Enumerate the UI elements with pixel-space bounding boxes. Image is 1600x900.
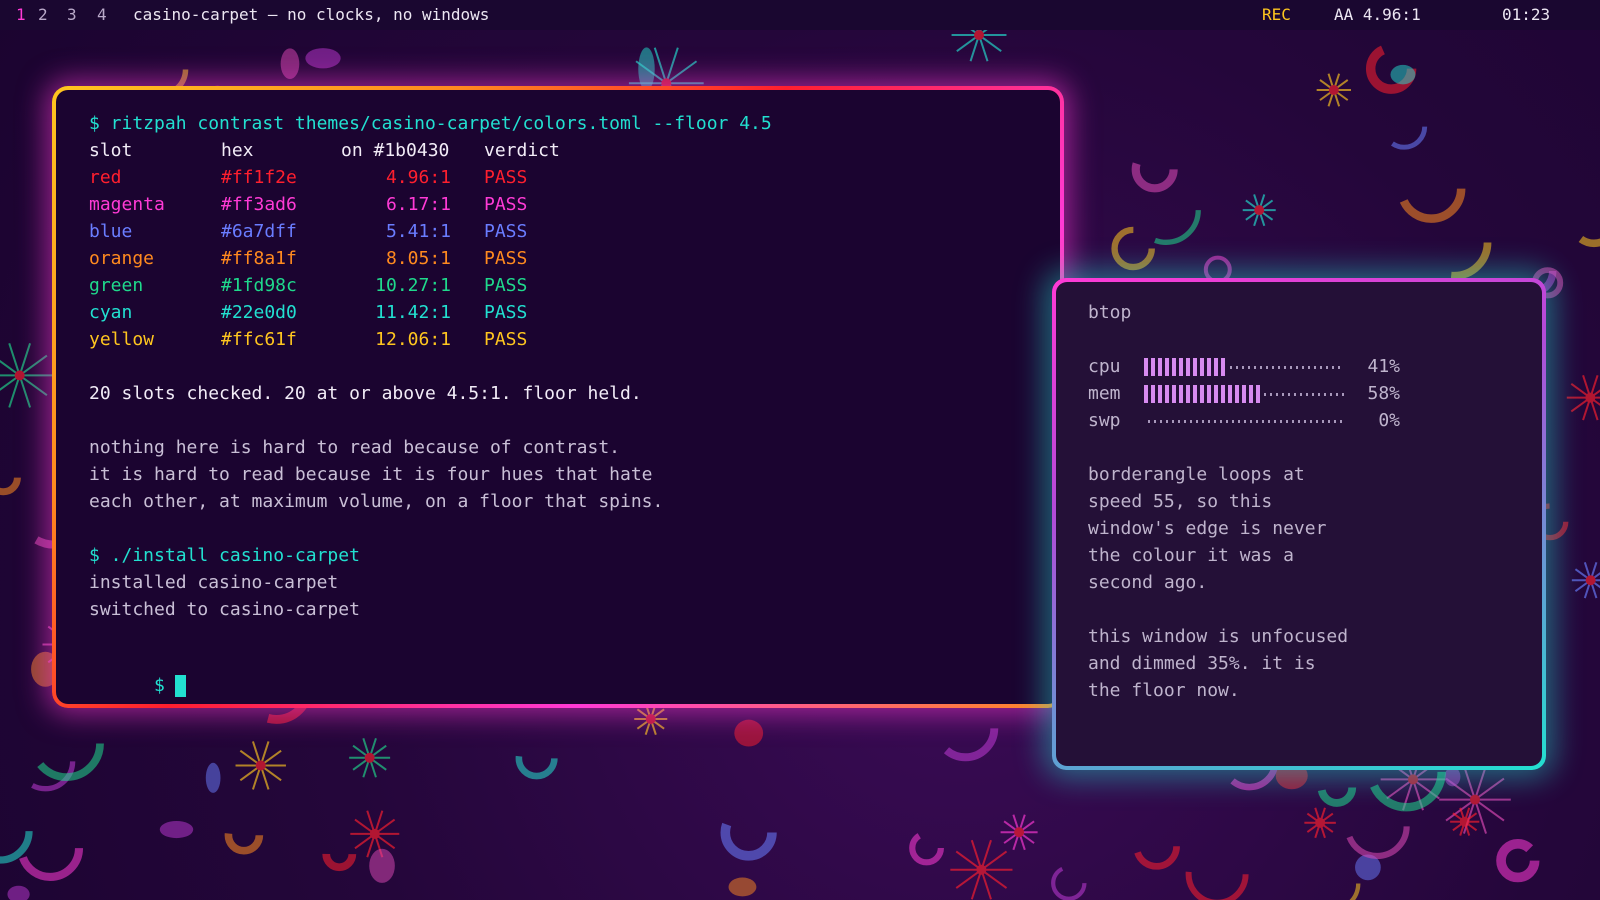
btop-text-4: the colour it was a [1088, 545, 1294, 566]
slot-cell: red [89, 167, 122, 188]
ratio-cell: 5.41:1 [385, 221, 451, 242]
workspace-4[interactable]: 4 [97, 0, 107, 30]
header-hex: hex [221, 140, 254, 161]
contrast-readout: AA 4.96:1 [1334, 5, 1421, 24]
cpu-label: cpu [1088, 356, 1121, 377]
btop-window[interactable]: btop cpu 41% mem 58% swp 0% borderangle … [1052, 278, 1546, 770]
btop-text-7: and dimmed 35%. it is [1088, 653, 1316, 674]
ratio-cell: 12.06:1 [375, 329, 451, 350]
hex-cell: #ff1f2e [221, 167, 297, 188]
text-cursor [174, 675, 186, 697]
clock: 01:23 [1502, 5, 1551, 24]
mem-meter: mem 58% [1088, 383, 1408, 405]
table-row: orange #ff8a1f 8.05:1 PASS [89, 248, 789, 270]
cpu-meter: cpu 41% [1088, 356, 1408, 378]
verdict-cell: PASS [484, 302, 528, 323]
btop-text-3: window's edge is never [1088, 518, 1327, 539]
ratio-cell: 8.05:1 [385, 248, 451, 269]
ratio-cell: 11.42:1 [375, 302, 451, 323]
hex-cell: #ff8a1f [221, 248, 297, 269]
note-line-1: nothing here is hard to read because of … [89, 437, 621, 458]
note-line-2: it is hard to read because it is four hu… [89, 464, 653, 485]
mem-percent: 58% [1367, 383, 1400, 404]
hex-cell: #6a7dff [221, 221, 297, 242]
verdict-cell: PASS [484, 221, 528, 242]
slot-cell: orange [89, 248, 155, 269]
install-output-2: switched to casino-carpet [89, 599, 360, 620]
summary-line: 20 slots checked. 20 at or above 4.5:1. … [89, 383, 642, 404]
install-output-1: installed casino-carpet [89, 572, 339, 593]
table-row: yellow #ffc61f 12.06:1 PASS [89, 329, 789, 351]
btop-text-2: speed 55, so this [1088, 491, 1273, 512]
btop-text-6: this window is unfocused [1088, 626, 1349, 647]
hex-cell: #1fd98c [221, 275, 297, 296]
slot-cell: magenta [89, 194, 165, 215]
table-row: red #ff1f2e 4.96:1 PASS [89, 167, 789, 189]
verdict-cell: PASS [484, 167, 528, 188]
workspace-2[interactable]: 2 [38, 0, 48, 30]
header-verdict: verdict [484, 140, 560, 161]
btop-text-8: the floor now. [1088, 680, 1240, 701]
prompt-line[interactable]: $ [89, 653, 186, 697]
install-command: $ ./install casino-carpet [89, 545, 360, 566]
ratio-cell: 10.27:1 [375, 275, 451, 296]
slot-cell: yellow [89, 329, 155, 350]
cpu-bar [1144, 358, 1344, 376]
swp-percent: 0% [1378, 410, 1400, 431]
hex-cell: #ffc61f [221, 329, 297, 350]
btop-body[interactable]: btop cpu 41% mem 58% swp 0% borderangle … [1056, 282, 1542, 766]
ratio-cell: 6.17:1 [385, 194, 451, 215]
btop-text-5: second ago. [1088, 572, 1208, 593]
ratio-cell: 4.96:1 [385, 167, 451, 188]
verdict-cell: PASS [484, 275, 528, 296]
verdict-cell: PASS [484, 194, 528, 215]
table-row: green #1fd98c 10.27:1 PASS [89, 275, 789, 297]
recording-indicator: REC [1262, 5, 1291, 24]
contrast-command: $ ritzpah contrast themes/casino-carpet/… [89, 113, 772, 134]
terminal-window[interactable]: $ ritzpah contrast themes/casino-carpet/… [52, 86, 1064, 708]
terminal-body[interactable]: $ ritzpah contrast themes/casino-carpet/… [56, 90, 1060, 704]
mem-bar [1144, 385, 1344, 403]
slot-cell: green [89, 275, 144, 296]
hex-cell: #22e0d0 [221, 302, 297, 323]
top-bar: 1 2 3 4 casino-carpet — no clocks, no wi… [0, 0, 1600, 30]
window-title: casino-carpet — no clocks, no windows [133, 5, 490, 24]
verdict-cell: PASS [484, 248, 528, 269]
table-row: blue #6a7dff 5.41:1 PASS [89, 221, 789, 243]
cpu-percent: 41% [1367, 356, 1400, 377]
hex-cell: #ff3ad6 [221, 194, 297, 215]
header-ratio: on #1b0430 [341, 140, 450, 161]
swp-meter: swp 0% [1088, 410, 1408, 432]
workspace-1[interactable]: 1 [16, 0, 26, 30]
swp-bar [1144, 412, 1344, 430]
table-row: magenta #ff3ad6 6.17:1 PASS [89, 194, 789, 216]
slot-cell: cyan [89, 302, 133, 323]
table-row: cyan #22e0d0 11.42:1 PASS [89, 302, 789, 324]
btop-title: btop [1088, 302, 1132, 323]
workspace-3[interactable]: 3 [67, 0, 77, 30]
prompt-symbol: $ [154, 675, 165, 696]
mem-label: mem [1088, 383, 1121, 404]
slot-cell: blue [89, 221, 133, 242]
btop-text-1: borderangle loops at [1088, 464, 1305, 485]
note-line-3: each other, at maximum volume, on a floo… [89, 491, 664, 512]
swp-label: swp [1088, 410, 1121, 431]
table-header: slot hex on #1b0430 verdict [89, 140, 789, 162]
header-slot: slot [89, 140, 133, 161]
verdict-cell: PASS [484, 329, 528, 350]
